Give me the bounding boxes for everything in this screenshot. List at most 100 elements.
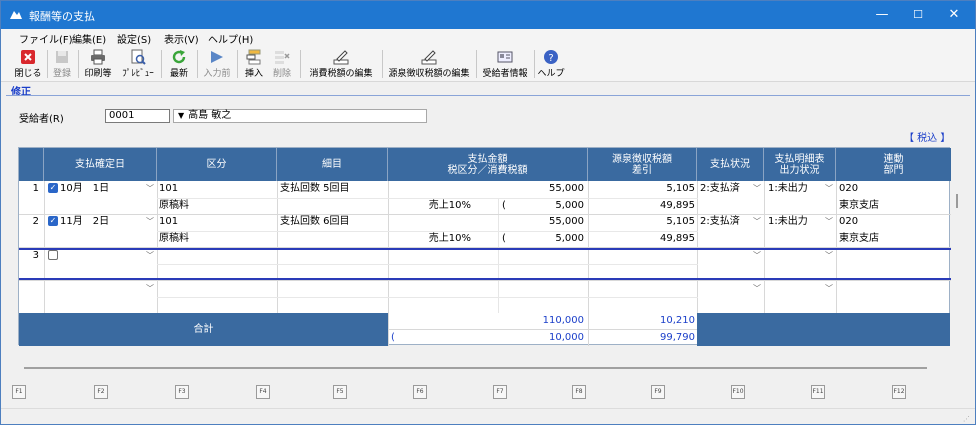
delete-row-button[interactable]: 削除 bbox=[268, 47, 296, 80]
payment-date-cell[interactable]: ✓ 10月 1日 bbox=[48, 182, 144, 196]
mode-divider bbox=[6, 95, 970, 96]
resize-grip-icon[interactable]: ⋰ bbox=[963, 415, 971, 423]
toolbar-separator bbox=[237, 50, 238, 78]
menu-settings[interactable]: 設定(S) bbox=[117, 31, 151, 46]
app-window: 報酬等の支払 — ☐ ✕ ファイル(F) 編集(E) 設定(S) 表示(V) ヘ… bbox=[0, 0, 976, 425]
preview-button[interactable]: ﾌﾟﾚﾋﾞｭｰ bbox=[119, 47, 157, 80]
help-button[interactable]: ? ヘルプ bbox=[537, 47, 565, 80]
chevron-down-icon[interactable]: ﹀ bbox=[824, 283, 834, 295]
header-payment-date: 支払確定日 bbox=[44, 148, 157, 181]
recipient-name: 高島 敏之 bbox=[188, 110, 232, 121]
payment-grid: 支払確定日 区分 細目 支払金額 税区分／消費税額 源泉徴収税額 差引 支払状況 支… bbox=[18, 147, 951, 346]
f2-key[interactable]: F2 bbox=[94, 385, 108, 399]
chevron-down-icon[interactable]: ▼ bbox=[178, 111, 184, 120]
title-bar: 報酬等の支払 — ☐ ✕ bbox=[1, 1, 975, 29]
edit-withholding-button[interactable]: 源泉徴収税額の編集 bbox=[385, 47, 473, 80]
row-number: 2 bbox=[32, 216, 39, 227]
minimize-button[interactable]: — bbox=[862, 1, 902, 29]
insert-row-icon bbox=[246, 49, 261, 65]
recipient-code-input[interactable]: 0001 bbox=[105, 109, 170, 123]
maximize-button[interactable]: ☐ bbox=[898, 1, 938, 29]
menu-file[interactable]: ファイル(F) bbox=[19, 31, 73, 46]
f4-key[interactable]: F4 bbox=[256, 385, 270, 399]
vertical-scrollbar[interactable] bbox=[956, 194, 958, 208]
edit-withholding-icon bbox=[421, 50, 437, 65]
paren-text: ( bbox=[502, 233, 506, 244]
chevron-down-icon[interactable]: ﹀ bbox=[752, 216, 762, 228]
toolbar-separator bbox=[78, 50, 79, 78]
toolbar: 閉じる 登録 印刷等 ﾌﾟﾚﾋﾞｭｰ 最新 入力前 挿入 削除 消費税額の編集 … bbox=[1, 46, 975, 82]
close-icon bbox=[21, 50, 35, 64]
insert-row-button[interactable]: 挿入 bbox=[240, 47, 268, 80]
chevron-down-icon[interactable]: ﹀ bbox=[145, 283, 155, 295]
delete-row-icon bbox=[275, 51, 290, 64]
horizontal-scrollbar[interactable] bbox=[24, 367, 927, 369]
recipient-name-field[interactable]: ▼ 高島 敏之 bbox=[173, 109, 427, 123]
chevron-down-icon[interactable]: ﹀ bbox=[824, 216, 834, 228]
f1-key[interactable]: F1 bbox=[12, 385, 26, 399]
f12-key[interactable]: F12 bbox=[892, 385, 906, 399]
recipient-info-button[interactable]: 受給者情報 bbox=[479, 47, 531, 80]
detail-cell[interactable]: 支払回数 5回目 bbox=[280, 182, 385, 196]
detail-cell[interactable]: 支払回数 6回目 bbox=[280, 215, 385, 229]
chevron-down-icon[interactable]: ﹀ bbox=[752, 183, 762, 195]
linked-dept-code[interactable]: 020 bbox=[839, 182, 939, 196]
close-window-button[interactable]: ✕ bbox=[934, 1, 974, 29]
check-icon[interactable]: ✓ bbox=[48, 183, 58, 193]
chevron-down-icon[interactable]: ﹀ bbox=[752, 283, 762, 295]
chevron-down-icon[interactable]: ﹀ bbox=[824, 183, 834, 195]
function-key-bar: F1 F2 F3 F4 F5 F6 F7 F8 F9 F10 F11 F12 bbox=[1, 379, 975, 407]
check-icon[interactable]: ✓ bbox=[48, 216, 58, 226]
preview-icon bbox=[131, 49, 146, 65]
recipient-info-icon bbox=[497, 51, 513, 63]
linked-dept-name: 東京支店 bbox=[839, 200, 879, 211]
register-button[interactable]: 登録 bbox=[50, 47, 74, 80]
print-button[interactable]: 印刷等 bbox=[81, 47, 115, 80]
withholding-cell[interactable]: 5,105 bbox=[591, 215, 695, 229]
input-prev-icon bbox=[211, 51, 223, 63]
menu-help[interactable]: ヘルプ(H) bbox=[208, 31, 253, 46]
f9-key[interactable]: F9 bbox=[651, 385, 665, 399]
input-prev-button[interactable]: 入力前 bbox=[200, 47, 234, 80]
chevron-down-icon[interactable]: ﹀ bbox=[145, 183, 155, 195]
status-cell[interactable]: 2:支払済 bbox=[700, 215, 752, 229]
toolbar-separator bbox=[197, 50, 198, 78]
tax-amount-cell[interactable]: 5,000 bbox=[512, 232, 584, 246]
tax-amount-cell[interactable]: 5,000 bbox=[512, 199, 584, 213]
f6-key[interactable]: F6 bbox=[413, 385, 427, 399]
toolbar-separator bbox=[534, 50, 535, 78]
f5-key[interactable]: F5 bbox=[333, 385, 347, 399]
statement-cell[interactable]: 1:未出力 bbox=[768, 215, 823, 229]
header-linked-dept: 連動 部門 bbox=[836, 148, 951, 181]
status-cell[interactable]: 2:支払済 bbox=[700, 182, 752, 196]
tax-class-cell[interactable]: 売上10% bbox=[391, 199, 471, 213]
selected-row-outline bbox=[19, 248, 951, 280]
chevron-down-icon[interactable]: ﹀ bbox=[145, 216, 155, 228]
menu-bar: ファイル(F) 編集(E) 設定(S) 表示(V) ヘルプ(H) bbox=[1, 29, 975, 46]
header-statement: 支払明細表 出力状況 bbox=[764, 148, 836, 181]
f3-key[interactable]: F3 bbox=[175, 385, 189, 399]
edit-consumption-tax-button[interactable]: 消費税額の編集 bbox=[303, 47, 379, 80]
menu-edit[interactable]: 編集(E) bbox=[72, 31, 106, 46]
withholding-cell[interactable]: 5,105 bbox=[591, 182, 695, 196]
f7-key[interactable]: F7 bbox=[493, 385, 507, 399]
f11-key[interactable]: F11 bbox=[811, 385, 825, 399]
linked-dept-code[interactable]: 020 bbox=[839, 215, 939, 229]
kubun-code[interactable]: 101 bbox=[159, 182, 274, 196]
statement-cell[interactable]: 1:未出力 bbox=[768, 182, 823, 196]
f8-key[interactable]: F8 bbox=[572, 385, 586, 399]
linked-dept-name: 東京支店 bbox=[839, 233, 879, 244]
payment-date-cell[interactable]: ✓ 11月 2日 bbox=[48, 215, 144, 229]
close-button[interactable]: 閉じる bbox=[13, 47, 43, 80]
toolbar-separator bbox=[300, 50, 301, 78]
net-cell: 49,895 bbox=[660, 200, 695, 211]
f10-key[interactable]: F10 bbox=[731, 385, 745, 399]
amount-cell[interactable]: 55,000 bbox=[391, 182, 584, 196]
edit-consumption-tax-icon bbox=[333, 50, 349, 65]
menu-view[interactable]: 表示(V) bbox=[164, 31, 199, 46]
tax-class-cell[interactable]: 売上10% bbox=[391, 232, 471, 246]
refresh-button[interactable]: 最新 bbox=[165, 47, 193, 80]
amount-cell[interactable]: 55,000 bbox=[391, 215, 584, 229]
total-paren: ( bbox=[391, 332, 395, 343]
kubun-code[interactable]: 101 bbox=[159, 215, 274, 229]
